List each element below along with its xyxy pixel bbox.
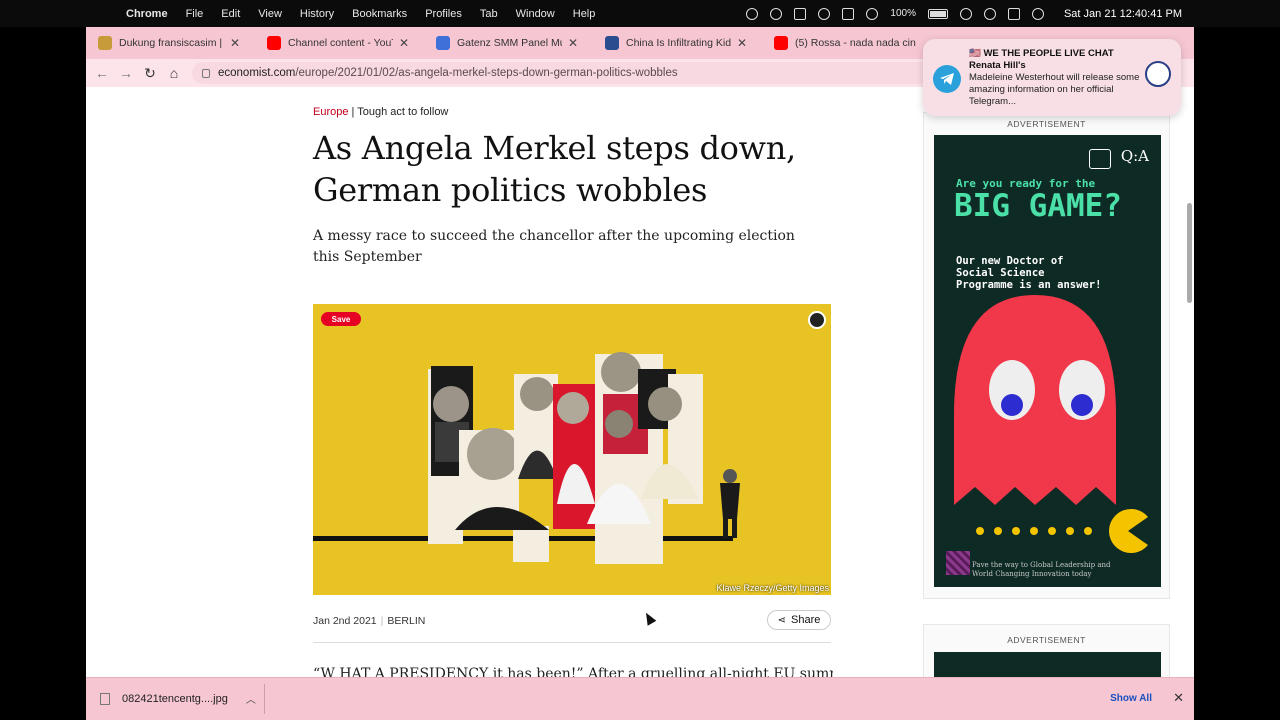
siri-icon[interactable] [1031,7,1044,20]
share-button[interactable]: ⋖ Share [767,610,831,630]
macos-menubar: Chrome File Edit View History Bookmarks … [0,0,1280,27]
qr-pattern [946,551,970,575]
menu-view[interactable]: View [258,8,282,20]
menu-window[interactable]: Window [516,8,555,20]
tab-title: Dukung fransiscasim | Sawe [119,37,224,49]
zoom-icon[interactable] [770,7,783,20]
menu-bookmarks[interactable]: Bookmarks [352,8,407,20]
close-icon[interactable]: ✕ [568,36,578,50]
chat-icon[interactable] [794,7,807,20]
menu-app-name[interactable]: Chrome [126,8,168,20]
close-icon[interactable]: ✕ [1173,690,1184,706]
notification-title: 🇺🇸 WE THE PEOPLE LIVE CHAT [969,48,1114,59]
article-headline: As Angela Merkel steps down, German poli… [313,129,796,209]
divider [313,642,831,643]
advertisement-bottom[interactable]: ADVERTISEMENT [923,624,1170,692]
tab-title: Channel content - YouTube [288,37,393,49]
battery-percent: 100% [890,8,916,19]
browser-tab[interactable]: (5) Rossa - nada nada cinta [762,27,931,59]
pinterest-save-button[interactable]: Save [321,312,361,326]
menu-file[interactable]: File [186,8,204,20]
download-filename: 082421tencentg....jpg [122,692,228,705]
telegram-icon [933,65,961,93]
search-icon[interactable] [983,7,996,20]
menu-profiles[interactable]: Profiles [425,8,462,20]
youtube-icon [774,36,788,50]
ghost-illustration [954,295,1148,553]
page-content: Europe | Tough act to follow As Angela M… [86,87,1194,720]
menu-help[interactable]: Help [573,8,596,20]
menu-tab[interactable]: Tab [480,8,498,20]
browser-tab[interactable]: China Is Infiltrating Kids' Vid ✕ [593,27,762,59]
scrollbar[interactable] [1184,147,1194,720]
file-icon [100,692,110,705]
close-icon[interactable]: ✕ [399,36,409,50]
info-icon[interactable] [866,7,879,20]
wifi-icon[interactable] [959,7,972,20]
stats-icon[interactable] [842,7,855,20]
lock-icon[interactable] [202,68,210,78]
tab-title: Gatenz SMM Panel Murah | I [457,37,562,49]
tab-favicon [436,36,450,50]
address-bar[interactable]: economist.com/europe/2021/01/02/as-angel… [192,62,992,84]
article-byline: Jan 2nd 2021 | BERLIN [313,615,425,627]
mouse-cursor [641,610,657,626]
ad-creative[interactable]: Q:A Are you ready for the BIG GAME? Our … [934,135,1161,587]
hero-illustration [313,352,740,564]
home-icon[interactable]: ⌂ [162,65,186,81]
section-link[interactable]: Europe [313,106,348,118]
apple-icon[interactable] [100,7,114,21]
article-kicker: Europe | Tough act to follow [313,106,449,118]
article-rubric: A messy race to succeed the chancellor a… [313,228,795,265]
telegram-notification[interactable]: 🇺🇸 WE THE PEOPLE LIVE CHAT Renata Hill's… [923,39,1181,116]
lens-icon[interactable] [808,311,826,329]
byline-separator: | [380,615,384,627]
tab-favicon [605,36,619,50]
fly-title: Tough act to follow [357,106,449,118]
divider [264,684,265,714]
back-icon[interactable]: ← [90,65,114,81]
image-credit: Klawe Rzeczy/Getty Images [716,583,829,593]
chevron-up-icon[interactable]: ︿ [246,691,256,706]
youtube-icon [267,36,281,50]
notification-sender: Renata Hill's [969,60,1026,71]
show-all-button[interactable]: Show All [1110,693,1152,704]
notification-message: Madeleine Westerhout will release some a… [969,72,1140,107]
record-icon[interactable] [746,7,759,20]
chrome-window: Dukung fransiscasim | Sawe ✕ Channel cont… [86,27,1194,720]
ad-footer: Pave the way to Global Leadership and Wo… [972,561,1111,578]
browser-tab[interactable]: Dukung fransiscasim | Sawe ✕ [86,27,255,59]
share-label: Share [791,614,821,626]
ad-label: ADVERTISEMENT [1007,119,1086,129]
advertisement-top[interactable]: ADVERTISEMENT Q:A Are you ready for the … [923,112,1170,599]
scrollbar-thumb[interactable] [1187,203,1192,303]
menu-edit[interactable]: Edit [221,8,240,20]
control-center-icon[interactable] [1007,7,1020,20]
close-icon[interactable]: ✕ [737,36,747,50]
battery-icon[interactable] [927,8,948,19]
menu-history[interactable]: History [300,8,334,20]
reload-icon[interactable]: ↻ [138,65,162,82]
ad-label: ADVERTISEMENT [1007,635,1086,645]
dateline: BERLIN [387,615,426,627]
tab-favicon [98,36,112,50]
status-area: 100% Sat Jan 21 12:40:41 PM [746,0,1182,27]
close-icon[interactable]: ✕ [230,36,240,50]
share-icon: ⋖ [777,614,787,626]
url-path: /europe/2021/01/02/as-angela-merkel-step… [295,67,678,79]
download-item[interactable]: 082421tencentg....jpg ︿ [100,691,256,706]
tab-title: (5) Rossa - nada nada cinta [795,37,916,49]
play-icon[interactable] [818,7,831,20]
channel-avatar [1145,61,1171,87]
publish-date: Jan 2nd 2021 [313,615,377,627]
menubar-clock[interactable]: Sat Jan 21 12:40:41 PM [1064,8,1182,20]
tab-title: China Is Infiltrating Kids' Vid [626,37,731,49]
browser-tab[interactable]: Gatenz SMM Panel Murah | I ✕ [424,27,593,59]
download-shelf: 082421tencentg....jpg ︿ Show All ✕ [86,677,1194,720]
browser-tab[interactable]: Channel content - YouTube ✕ [255,27,424,59]
url-host: economist.com [218,67,296,79]
forward-icon[interactable]: → [114,65,138,81]
hero-image[interactable]: Save Klawe Rzeczy/Getty Images [313,304,831,595]
